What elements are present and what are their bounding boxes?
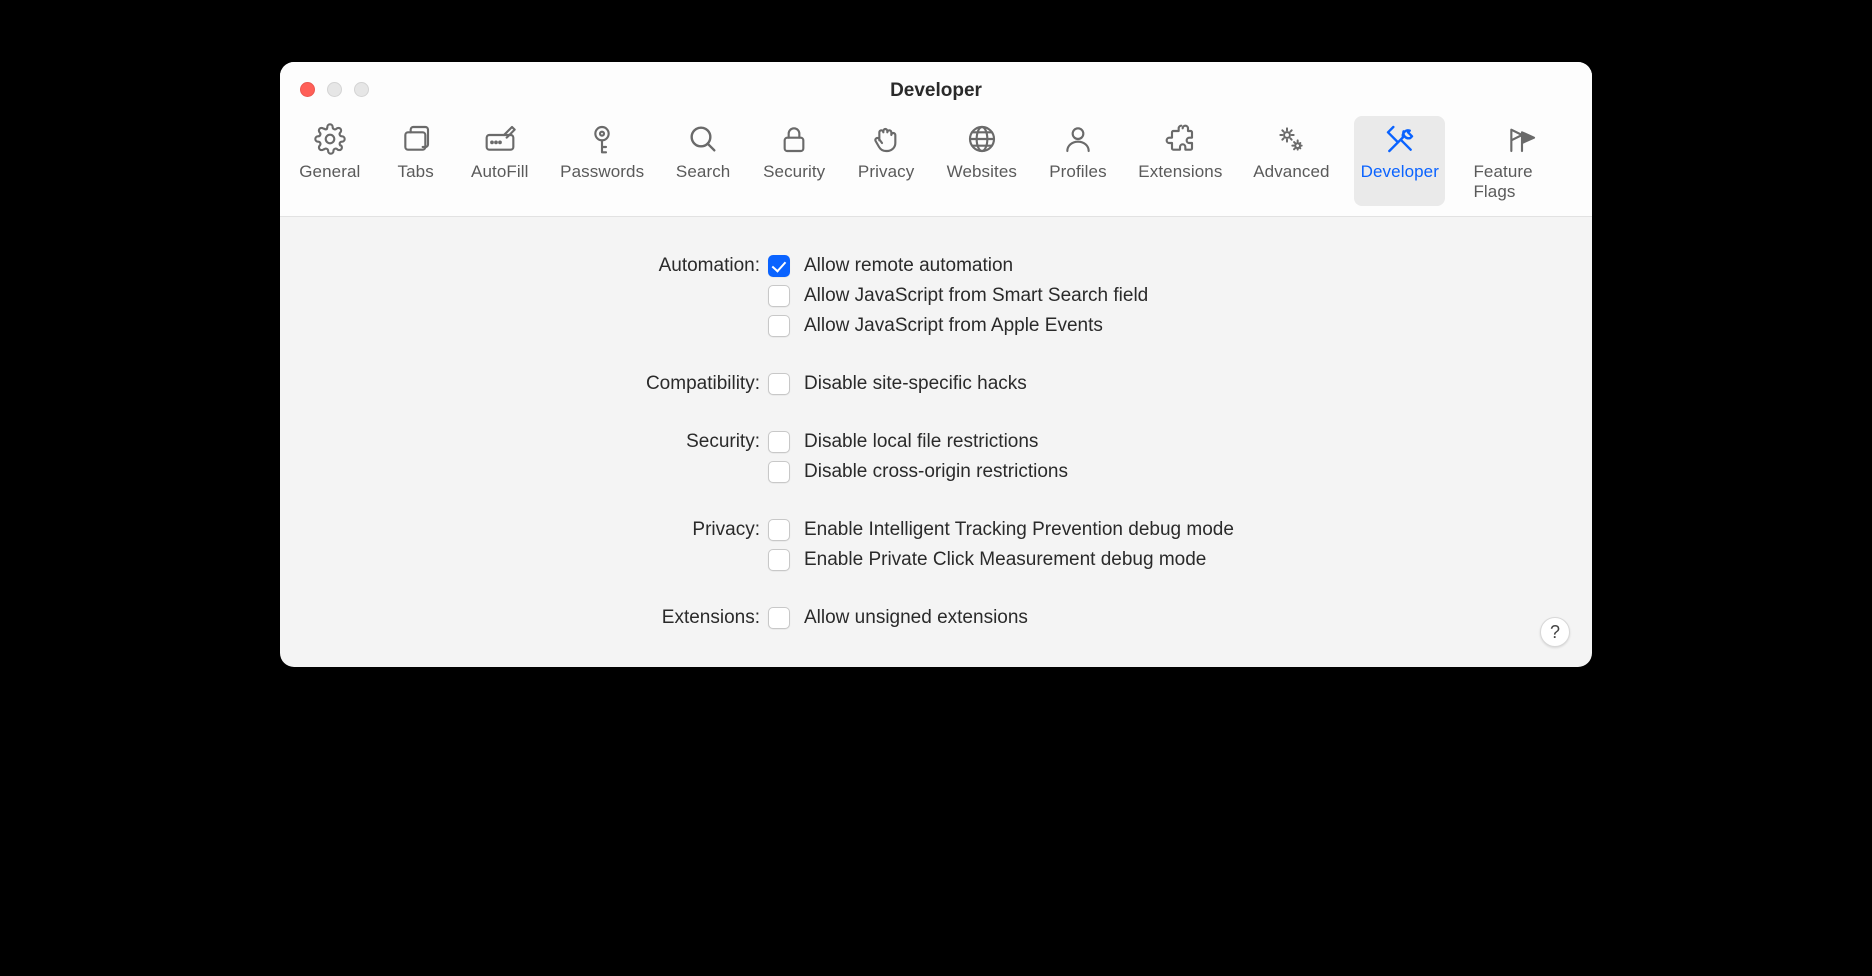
tab-tabs[interactable]: Tabs: [386, 116, 446, 206]
help-button[interactable]: ?: [1540, 617, 1570, 647]
tab-extensions[interactable]: Extensions: [1132, 116, 1229, 206]
tab-label: Websites: [947, 162, 1017, 182]
checkbox-enable-pcm-debug[interactable]: [768, 549, 790, 571]
section-label-automation: Automation:: [659, 255, 760, 277]
checkbox-allow-js-apple-events[interactable]: [768, 315, 790, 337]
preferences-toolbar: General Tabs AutoFill Passwords: [280, 102, 1592, 216]
window-title: Developer: [280, 62, 1592, 102]
tab-label: Privacy: [858, 162, 914, 182]
checkbox-disable-cross-origin-restrictions[interactable]: [768, 461, 790, 483]
tab-label: Profiles: [1049, 162, 1107, 182]
tab-websites[interactable]: Websites: [940, 116, 1024, 206]
section-label-security: Security:: [686, 431, 760, 453]
tab-label: Developer: [1361, 162, 1439, 182]
tab-search[interactable]: Search: [668, 116, 738, 206]
checkbox-allow-unsigned-extensions[interactable]: [768, 607, 790, 629]
checkbox-disable-site-hacks[interactable]: [768, 373, 790, 395]
checkbox-allow-remote-automation[interactable]: [768, 255, 790, 277]
checkbox-enable-itp-debug[interactable]: [768, 519, 790, 541]
gear-icon: [313, 122, 347, 156]
option-label: Allow unsigned extensions: [804, 607, 1572, 629]
section-label-extensions: Extensions:: [662, 607, 760, 629]
tab-feature-flags[interactable]: Feature Flags: [1463, 116, 1580, 206]
minimize-window-button[interactable]: [327, 82, 342, 97]
tab-profiles[interactable]: Profiles: [1042, 116, 1114, 206]
flags-icon: [1505, 122, 1539, 156]
pencil-field-icon: [483, 122, 517, 156]
tab-autofill[interactable]: AutoFill: [464, 116, 536, 206]
checkbox-disable-local-file-restrictions[interactable]: [768, 431, 790, 453]
tab-label: Advanced: [1253, 162, 1329, 182]
checkbox-allow-js-smart-search[interactable]: [768, 285, 790, 307]
tabs-icon: [399, 122, 433, 156]
option-label: Allow JavaScript from Apple Events: [804, 315, 1572, 337]
option-label: Enable Intelligent Tracking Prevention d…: [804, 519, 1572, 541]
section-label-compatibility: Compatibility:: [646, 373, 760, 395]
zoom-window-button[interactable]: [354, 82, 369, 97]
tab-label: Search: [676, 162, 730, 182]
gears-icon: [1274, 122, 1308, 156]
tab-security[interactable]: Security: [756, 116, 833, 206]
developer-pane: Automation: Allow remote automation Allo…: [280, 217, 1592, 667]
search-icon: [686, 122, 720, 156]
option-label: Allow remote automation: [804, 255, 1572, 277]
tab-label: Extensions: [1138, 162, 1222, 182]
tab-label: Passwords: [560, 162, 644, 182]
titlebar: Developer General Tabs AutoFill: [280, 62, 1592, 217]
option-label: Disable local file restrictions: [804, 431, 1572, 453]
preferences-window: Developer General Tabs AutoFill: [280, 62, 1592, 667]
option-label: Allow JavaScript from Smart Search field: [804, 285, 1572, 307]
tab-advanced[interactable]: Advanced: [1247, 116, 1337, 206]
puzzle-icon: [1163, 122, 1197, 156]
option-label: Disable cross-origin restrictions: [804, 461, 1572, 483]
tab-label: General: [299, 162, 360, 182]
tab-privacy[interactable]: Privacy: [850, 116, 921, 206]
person-icon: [1061, 122, 1095, 156]
tab-label: AutoFill: [471, 162, 529, 182]
tab-label: Security: [763, 162, 825, 182]
tab-developer[interactable]: Developer: [1354, 116, 1445, 206]
hand-icon: [869, 122, 903, 156]
tab-passwords[interactable]: Passwords: [554, 116, 650, 206]
key-icon: [585, 122, 619, 156]
lock-icon: [777, 122, 811, 156]
globe-icon: [965, 122, 999, 156]
section-label-privacy: Privacy:: [692, 519, 760, 541]
tab-label: Feature Flags: [1473, 162, 1570, 202]
option-label: Disable site-specific hacks: [804, 373, 1572, 395]
tab-general[interactable]: General: [292, 116, 368, 206]
tab-label: Tabs: [397, 162, 433, 182]
window-controls: [300, 82, 369, 97]
option-label: Enable Private Click Measurement debug m…: [804, 549, 1572, 571]
close-window-button[interactable]: [300, 82, 315, 97]
tools-icon: [1383, 122, 1417, 156]
